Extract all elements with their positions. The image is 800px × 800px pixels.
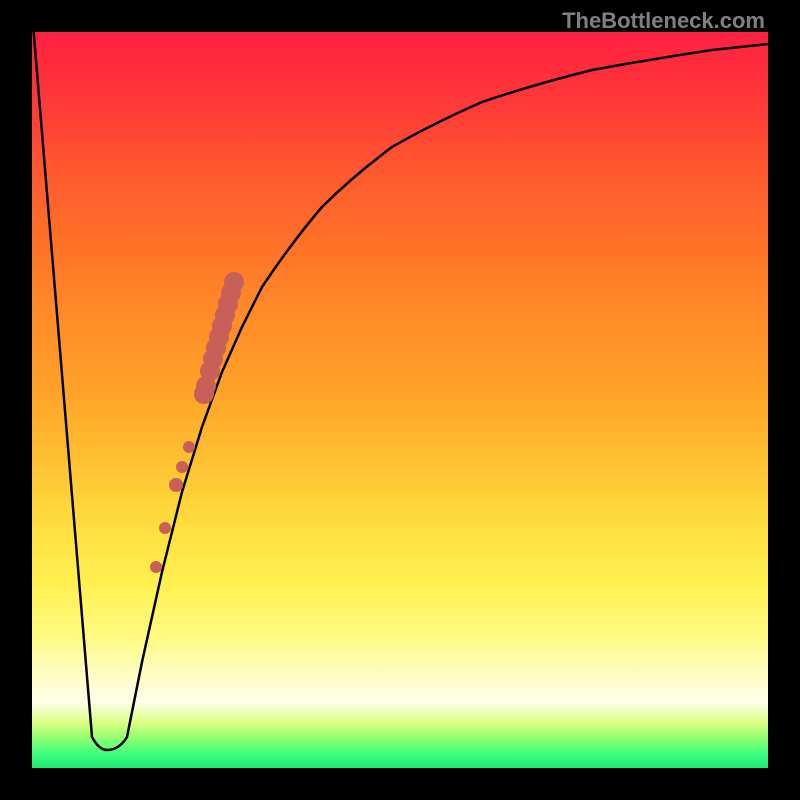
plot-background: [32, 32, 768, 768]
chart-svg: [32, 32, 768, 768]
data-point: [176, 461, 188, 473]
data-point: [183, 441, 195, 453]
data-point: [169, 478, 183, 492]
data-point: [224, 272, 244, 292]
watermark-text: TheBottleneck.com: [562, 8, 765, 34]
curve-path: [32, 32, 768, 750]
data-point: [150, 561, 162, 573]
data-point: [159, 522, 171, 534]
